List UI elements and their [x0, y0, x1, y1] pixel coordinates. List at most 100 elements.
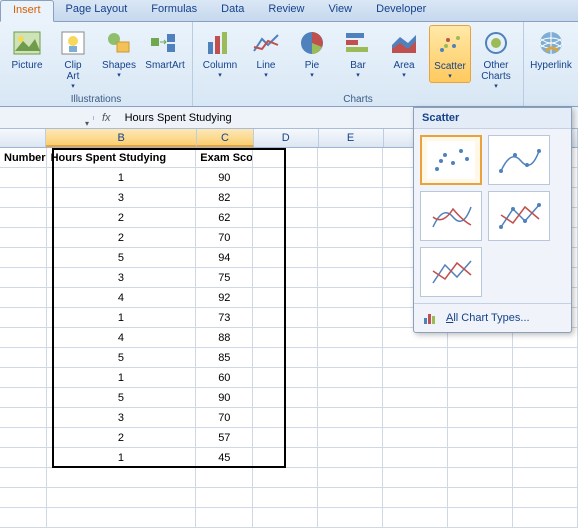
cell-score[interactable]: 82 [196, 188, 253, 208]
cell[interactable] [253, 168, 318, 188]
cell-score[interactable]: 88 [196, 328, 253, 348]
cell[interactable] [47, 488, 197, 508]
col-header-a[interactable] [0, 129, 46, 147]
cell[interactable] [253, 248, 318, 268]
cell[interactable] [448, 468, 513, 488]
cell[interactable] [383, 508, 448, 528]
cell-hours[interactable]: 2 [47, 228, 197, 248]
cell[interactable] [318, 448, 383, 468]
cell-hours[interactable]: 4 [47, 288, 197, 308]
cell[interactable] [383, 388, 448, 408]
cell[interactable] [383, 348, 448, 368]
cell[interactable] [448, 388, 513, 408]
cell-score[interactable]: 45 [196, 448, 253, 468]
col-header-c[interactable]: C [197, 129, 254, 147]
cell[interactable] [0, 248, 47, 268]
cell-hours[interactable]: 3 [47, 268, 197, 288]
cell-hours[interactable]: 4 [47, 328, 197, 348]
tab-data[interactable]: Data [209, 0, 256, 21]
cell-hours[interactable]: 3 [47, 408, 197, 428]
cell-hours[interactable]: 5 [47, 388, 197, 408]
cell-score[interactable]: 92 [196, 288, 253, 308]
cell[interactable] [383, 408, 448, 428]
cell[interactable] [253, 208, 318, 228]
tab-review[interactable]: Review [256, 0, 316, 21]
smartart-button[interactable]: SmartArt [144, 25, 186, 73]
scatter-straight-lines[interactable] [420, 247, 482, 297]
cell-score[interactable]: 73 [196, 308, 253, 328]
cell[interactable] [448, 408, 513, 428]
cell[interactable] [253, 468, 318, 488]
cell[interactable] [196, 508, 253, 528]
clipart-button[interactable]: Clip Art [52, 25, 94, 92]
cell[interactable] [448, 368, 513, 388]
cell[interactable] [318, 388, 383, 408]
cell-score[interactable]: 70 [196, 408, 253, 428]
cell[interactable] [253, 308, 318, 328]
cell[interactable] [196, 468, 253, 488]
cell-score[interactable]: 75 [196, 268, 253, 288]
cell[interactable] [253, 268, 318, 288]
cell[interactable] [0, 208, 47, 228]
cell-hours[interactable]: 3 [47, 188, 197, 208]
cell-score[interactable]: 62 [196, 208, 253, 228]
name-box[interactable] [0, 116, 94, 120]
cell[interactable] [448, 508, 513, 528]
scatter-smooth-lines[interactable] [420, 191, 482, 241]
cell[interactable] [318, 308, 383, 328]
cell[interactable] [253, 188, 318, 208]
cell-b-header[interactable]: Hours Spent Studying [47, 148, 197, 168]
cell[interactable] [253, 228, 318, 248]
cell-score[interactable]: 90 [196, 168, 253, 188]
cell[interactable] [318, 188, 383, 208]
cell[interactable] [0, 468, 47, 488]
cell[interactable] [196, 488, 253, 508]
tab-developer[interactable]: Developer [364, 0, 438, 21]
cell[interactable] [253, 368, 318, 388]
cell[interactable] [513, 468, 578, 488]
cell[interactable] [318, 468, 383, 488]
cell[interactable] [0, 428, 47, 448]
cell[interactable] [253, 428, 318, 448]
cell-hours[interactable]: 1 [47, 448, 197, 468]
cell[interactable] [0, 308, 47, 328]
col-header-e[interactable]: E [319, 129, 384, 147]
cell[interactable] [448, 348, 513, 368]
col-header-b[interactable]: B [46, 129, 197, 147]
cell-hours[interactable]: 5 [47, 348, 197, 368]
cell[interactable] [448, 448, 513, 468]
cell-hours[interactable]: 2 [47, 208, 197, 228]
picture-button[interactable]: Picture [6, 25, 48, 73]
cell[interactable] [318, 248, 383, 268]
tab-insert[interactable]: Insert [0, 0, 54, 22]
scatter-chart-button[interactable]: Scatter [429, 25, 471, 83]
pie-chart-button[interactable]: Pie [291, 25, 333, 81]
cell-hours[interactable]: 5 [47, 248, 197, 268]
cell[interactable] [0, 368, 47, 388]
scatter-smooth-markers[interactable] [488, 135, 550, 185]
cell[interactable] [0, 408, 47, 428]
hyperlink-button[interactable]: Hyperlink [530, 25, 572, 73]
cell[interactable] [318, 408, 383, 428]
cell[interactable] [253, 448, 318, 468]
scatter-markers-only[interactable] [420, 135, 482, 185]
cell[interactable] [513, 408, 578, 428]
cell[interactable] [253, 348, 318, 368]
cell[interactable] [318, 488, 383, 508]
cell[interactable] [513, 348, 578, 368]
cell[interactable] [0, 188, 47, 208]
cell[interactable] [318, 328, 383, 348]
cell[interactable] [513, 428, 578, 448]
cell-score[interactable]: 85 [196, 348, 253, 368]
cell[interactable] [0, 348, 47, 368]
cell-hours[interactable]: 1 [47, 168, 197, 188]
cell[interactable] [253, 388, 318, 408]
col-header-d[interactable]: D [254, 129, 319, 147]
cell[interactable] [318, 508, 383, 528]
cell[interactable] [0, 288, 47, 308]
tab-page-layout[interactable]: Page Layout [54, 0, 140, 21]
cell[interactable] [448, 428, 513, 448]
scatter-straight-markers[interactable] [488, 191, 550, 241]
cell-hours[interactable]: 2 [47, 428, 197, 448]
other-charts-button[interactable]: Other Charts [475, 25, 517, 92]
